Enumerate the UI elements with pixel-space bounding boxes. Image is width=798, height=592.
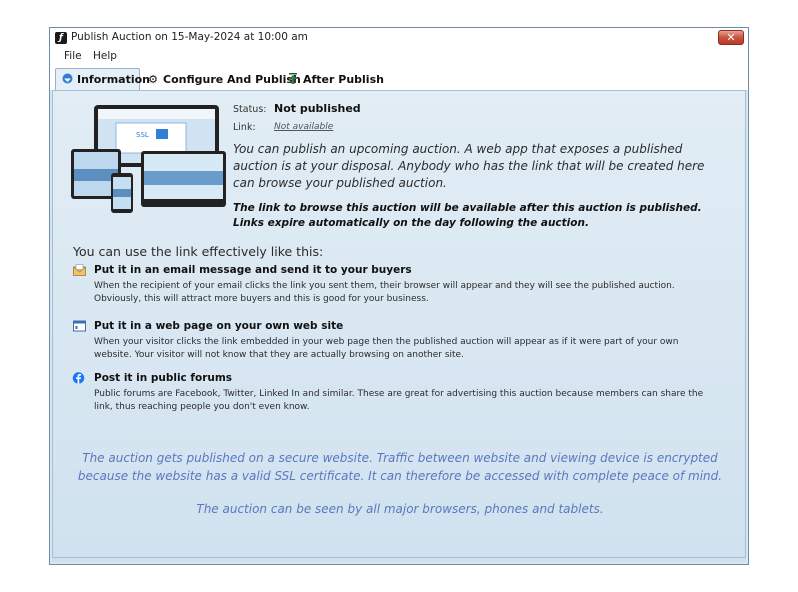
gear-icon: ⚙ [148,73,158,86]
window-bottom-strip [52,558,746,562]
tab-information-label: Information [77,73,150,86]
status-label: Status: [233,104,267,115]
feature-email-description: When the recipient of your email clicks … [94,281,675,304]
tab-bar: Information ⚙ Configure And Publish After… [50,66,748,91]
tab-configure-and-publish[interactable]: ⚙ Configure And Publish [142,71,305,90]
facebook-icon [72,372,85,384]
status-value: Not published [274,102,361,115]
security-note: The auction gets published on a secure w… [77,451,723,483]
feature-email-title: Put it in an email message and send it t… [94,264,412,276]
intro-text: You can publish an upcoming auction. A w… [233,142,705,190]
compatibility-note: The auction can be seen by all major bro… [196,502,604,516]
feature-webpage-description: When your visitor clicks the link embedd… [94,337,679,360]
title-bar[interactable]: ƒ Publish Auction on 15-May-2024 at 10:0… [50,28,748,48]
feature-forums-title: Post it in public forums [94,372,233,384]
responsive-devices-illustration: SSL [71,105,226,213]
ssl-text: SSL [136,131,149,139]
feature-webpage-title: Put it in a web page on your own web sit… [94,320,344,332]
information-panel: SSL Status: Not published Link: Not avai… [52,90,746,558]
tab-after-publish-label: After Publish [303,73,384,86]
usage-heading: You can use the link effectively like th… [73,244,324,259]
upload-arrow-icon [286,73,300,86]
feature-forums-description: Public forums are Facebook, Twitter, Lin… [94,389,704,412]
web-page-icon [73,320,86,332]
link-expiry-note: The link to browse this auction will be … [233,202,702,229]
auction-link[interactable]: Not available [274,122,333,132]
close-button[interactable]: ✕ [718,30,744,45]
app-logo-icon: ƒ [55,32,67,44]
app-window: ƒ Publish Auction on 15-May-2024 at 10:0… [49,27,749,565]
menu-bar: File Help [50,48,748,66]
email-envelope-icon [73,264,86,276]
link-label: Link: [233,122,256,133]
info-icon [60,73,74,86]
tab-configure-label: Configure And Publish [163,73,301,86]
window-title: Publish Auction on 15-May-2024 at 10:00 … [71,31,308,43]
menu-help[interactable]: Help [93,50,117,62]
tab-after-publish[interactable]: After Publish [282,71,388,90]
tab-information[interactable]: Information [55,68,150,91]
menu-file[interactable]: File [64,50,82,62]
